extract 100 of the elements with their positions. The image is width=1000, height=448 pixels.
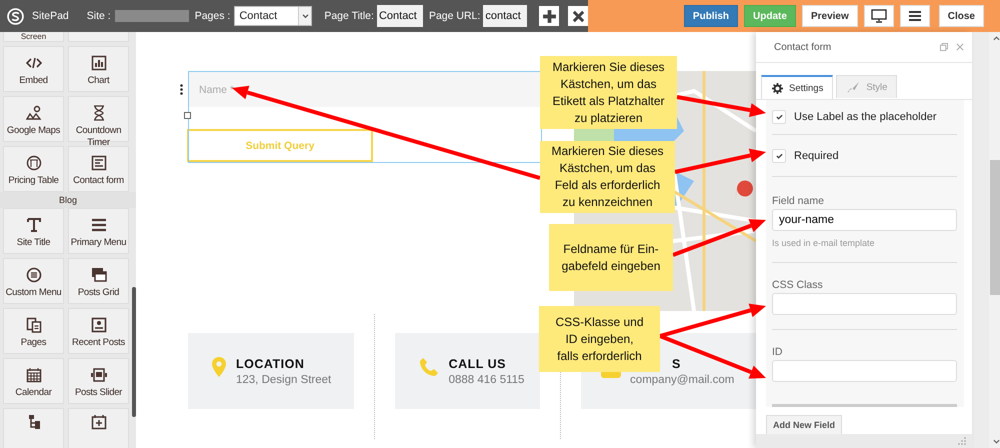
card-text: 0888 416 5115	[448, 374, 524, 386]
callout-tooltip: Markieren Sie dieses Kästchen, um das Etikett als Platzhalter zu platzieren	[540, 56, 677, 129]
callout-tooltip: CSS-Klasse und ID eingeben, falls erforderlich	[539, 306, 660, 372]
callout-tooltip: Feldname für Ein- gabefeld eingeben	[549, 224, 673, 291]
checkbox[interactable]	[772, 148, 786, 162]
gear-icon	[772, 82, 783, 94]
menu-button[interactable]	[900, 5, 930, 27]
form-icon	[90, 155, 106, 171]
widget-tile[interactable]: Pricing Table	[3, 146, 64, 192]
widget-label: Contact form	[73, 175, 124, 187]
brush-icon	[847, 82, 860, 92]
field-label: CSS Class	[772, 278, 824, 292]
check-icon	[776, 114, 782, 120]
checkbox-label: Required	[794, 150, 839, 162]
page-title-label: Page Title:	[324, 10, 374, 22]
widget-tile[interactable]: Posts Grid	[68, 258, 129, 304]
site-label: Site :	[86, 10, 111, 22]
caret-icon	[302, 14, 309, 18]
calendar-plus-icon	[90, 414, 106, 430]
field-label: ID	[772, 345, 784, 359]
widget-label: Chart	[88, 75, 110, 87]
text-field[interactable]	[772, 293, 957, 315]
name-field[interactable]: Name *	[189, 72, 541, 107]
scroll-down-icon[interactable]	[993, 439, 1000, 444]
delete-page-button[interactable]	[568, 6, 588, 26]
desktop-view-button[interactable]	[864, 5, 894, 27]
card-text: 123, Design Street	[236, 374, 332, 386]
widget-label: Custom Menu	[6, 287, 62, 299]
contact-card-icon	[90, 317, 106, 333]
card-title: LOCATION	[236, 357, 306, 371]
widget-tile[interactable]: Pages	[3, 308, 64, 354]
widget-label: Pricing Table	[8, 175, 59, 187]
widget-label: Posts Slider	[74, 387, 122, 399]
pricing-circle-icon	[26, 155, 42, 171]
resize-grip-icon[interactable]	[958, 437, 966, 445]
widget-label: Posts Grid	[78, 287, 120, 299]
panel-tab[interactable]: Settings	[761, 75, 834, 99]
panel-title: Contact form	[774, 42, 832, 52]
scrollbar-thumb[interactable]	[990, 160, 1000, 295]
widget-tile[interactable]: Screen	[3, 32, 64, 42]
scroll-up-icon[interactable]	[993, 36, 1000, 41]
card-title: CALL US	[448, 357, 507, 371]
widget-label: Google Maps	[6, 125, 60, 137]
drag-handle-icon[interactable]	[180, 84, 183, 95]
card-text: company@mail.com	[630, 374, 734, 386]
widget-tile[interactable]: Site Title	[3, 208, 64, 254]
resize-handle-icon[interactable]	[184, 112, 191, 119]
page-select[interactable]: Contact	[234, 6, 312, 26]
menu-lines-icon	[90, 217, 106, 233]
menu-icon	[908, 10, 922, 22]
pages-label: Pages :	[194, 10, 230, 22]
widget-tile[interactable]: Recent Posts	[68, 308, 129, 354]
field-hint: Is used in e-mail template	[772, 237, 876, 250]
field-label: Field name	[772, 194, 825, 208]
widget-label: Recent Posts	[72, 337, 125, 349]
close-icon	[572, 10, 585, 22]
toolbar-button[interactable]: Preview	[802, 5, 858, 27]
monitor-icon	[870, 9, 887, 23]
widget-tile[interactable]: Calendar	[3, 358, 64, 404]
plus-icon	[542, 8, 557, 24]
widget-label: Embed	[19, 75, 48, 87]
phone-icon	[418, 357, 439, 377]
widget-tile[interactable]: Chart	[68, 46, 129, 92]
page-title-field[interactable]: Contact	[376, 5, 423, 27]
scrollbar-thumb[interactable]	[132, 287, 136, 417]
widget-tile[interactable]: Posts Slider	[68, 358, 129, 404]
add-field-button[interactable]: Add New Field	[766, 415, 842, 435]
circle-menu-icon	[26, 267, 42, 283]
check-icon	[776, 152, 782, 158]
calendar-icon	[26, 367, 42, 383]
page-url-label: Page URL:	[428, 10, 480, 22]
widget-tile[interactable]: Custom Menu	[3, 258, 64, 304]
slider-icon	[90, 367, 106, 383]
publish-button[interactable]: Publish	[684, 5, 738, 27]
widget-tile[interactable]: Contact form	[68, 146, 129, 192]
location-pin-icon	[212, 357, 226, 377]
text-field[interactable]	[772, 360, 957, 382]
widget-tile[interactable]: Primary Menu	[68, 208, 129, 254]
logo-icon	[7, 8, 24, 24]
page-url-field[interactable]: contact	[483, 5, 528, 27]
section-heading: Blog	[0, 192, 136, 208]
checkbox-label: Use Label as the placeholder	[794, 111, 936, 123]
checkbox[interactable]	[772, 110, 786, 124]
pages-icon	[26, 317, 42, 333]
scrollbar[interactable]	[989, 32, 1000, 448]
callout-tooltip: Markieren Sie dieses Kästchen, um das Feld als erforderlich zu kennzeichnen	[540, 141, 675, 213]
code-icon	[26, 55, 42, 71]
add-page-button[interactable]	[539, 6, 560, 26]
brand-name: SitePad	[32, 10, 69, 22]
toolbar-button[interactable]: Close	[938, 5, 984, 27]
text-field[interactable]: your-name	[772, 209, 957, 231]
widget-label: Calendar	[15, 387, 52, 399]
widget-label: Primary Menu	[70, 237, 126, 249]
map-pins-icon	[26, 105, 42, 121]
text-icon	[26, 217, 42, 233]
windows-icon	[90, 267, 106, 283]
widget-tile[interactable]: Google Maps	[3, 96, 64, 142]
bar-chart-icon	[90, 55, 106, 71]
widget-label: Site Title	[16, 237, 50, 249]
widget-tile[interactable]: Embed	[3, 46, 64, 92]
